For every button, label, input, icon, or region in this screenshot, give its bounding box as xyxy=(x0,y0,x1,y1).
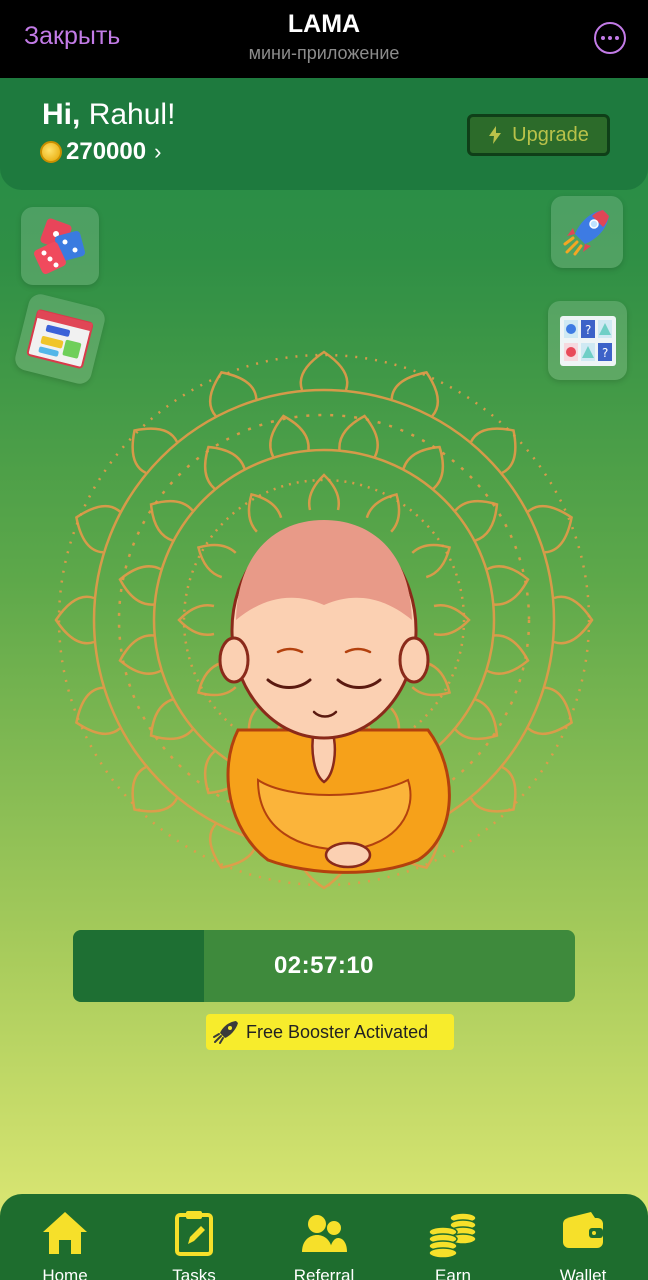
nav-earn[interactable]: Earn xyxy=(398,1194,508,1280)
nav-tasks[interactable]: Tasks xyxy=(139,1194,249,1280)
user-name: Rahul! xyxy=(88,98,176,131)
mandala-petal xyxy=(365,492,401,533)
rocket-icon xyxy=(213,1021,238,1044)
mandala-petal xyxy=(177,604,215,636)
nav-label-wallet: Wallet xyxy=(559,1266,607,1280)
home-icon xyxy=(43,1212,87,1254)
mandala-petal xyxy=(469,427,517,475)
referral-icon xyxy=(302,1215,347,1252)
rocket-tile[interactable] xyxy=(551,196,623,268)
booster-label: Free Booster Activated xyxy=(246,1021,429,1042)
timer-value: 02:57:10 xyxy=(273,952,375,979)
mandala-petal xyxy=(299,350,349,391)
mandala-petal xyxy=(131,765,179,813)
coin-icon xyxy=(40,141,62,163)
nav-label-home: Home xyxy=(42,1266,88,1280)
app-title: LAMA xyxy=(287,10,361,38)
mandala-petal xyxy=(54,595,95,645)
app-subtitle: мини-приложение xyxy=(248,43,400,63)
lightning-icon xyxy=(489,126,502,144)
bottom-nav: Home Tasks Referral Earn Wallet xyxy=(0,1194,648,1280)
booster-badge: Free Booster Activated xyxy=(206,1014,454,1050)
svg-text:?: ? xyxy=(602,346,608,360)
coins-icon xyxy=(428,1212,477,1258)
more-icon[interactable] xyxy=(594,22,626,54)
mandala-petal xyxy=(469,765,517,813)
nav-label-referral: Referral xyxy=(293,1266,355,1280)
tasks-icon xyxy=(175,1211,213,1256)
nav-label-earn: Earn xyxy=(435,1266,471,1280)
chevron-right-icon: › xyxy=(154,139,162,164)
mining-progress: 02:57:10 xyxy=(73,930,575,1002)
mandala-petal xyxy=(553,595,594,645)
mandala-petal xyxy=(411,543,452,579)
nav-wallet[interactable]: Wallet xyxy=(528,1194,638,1280)
balance-link[interactable]: 270000 › xyxy=(40,138,161,166)
nav-home[interactable]: Home xyxy=(10,1194,120,1280)
upgrade-button[interactable]: Upgrade xyxy=(467,114,610,156)
nav-label-tasks: Tasks xyxy=(172,1266,216,1280)
monk-illustration xyxy=(54,350,594,890)
greeting: Hi, Rahul! xyxy=(42,98,175,132)
nav-referral[interactable]: Referral xyxy=(269,1194,379,1280)
greeting-prefix: Hi, xyxy=(42,98,81,131)
dice-icon xyxy=(34,218,86,274)
mandala-petal xyxy=(131,427,179,475)
rocket-icon xyxy=(563,210,609,256)
title-block: LAMA мини-приложение xyxy=(0,10,648,64)
balance-value: 270000 xyxy=(66,138,147,165)
user-header: Hi, Rahul! 270000 › Upgrade xyxy=(0,78,648,190)
upgrade-label: Upgrade xyxy=(512,123,589,146)
wallet-icon xyxy=(563,1212,603,1248)
dice-game-tile[interactable] xyxy=(21,207,99,285)
top-bar: Закрыть LAMA мини-приложение xyxy=(0,0,648,78)
